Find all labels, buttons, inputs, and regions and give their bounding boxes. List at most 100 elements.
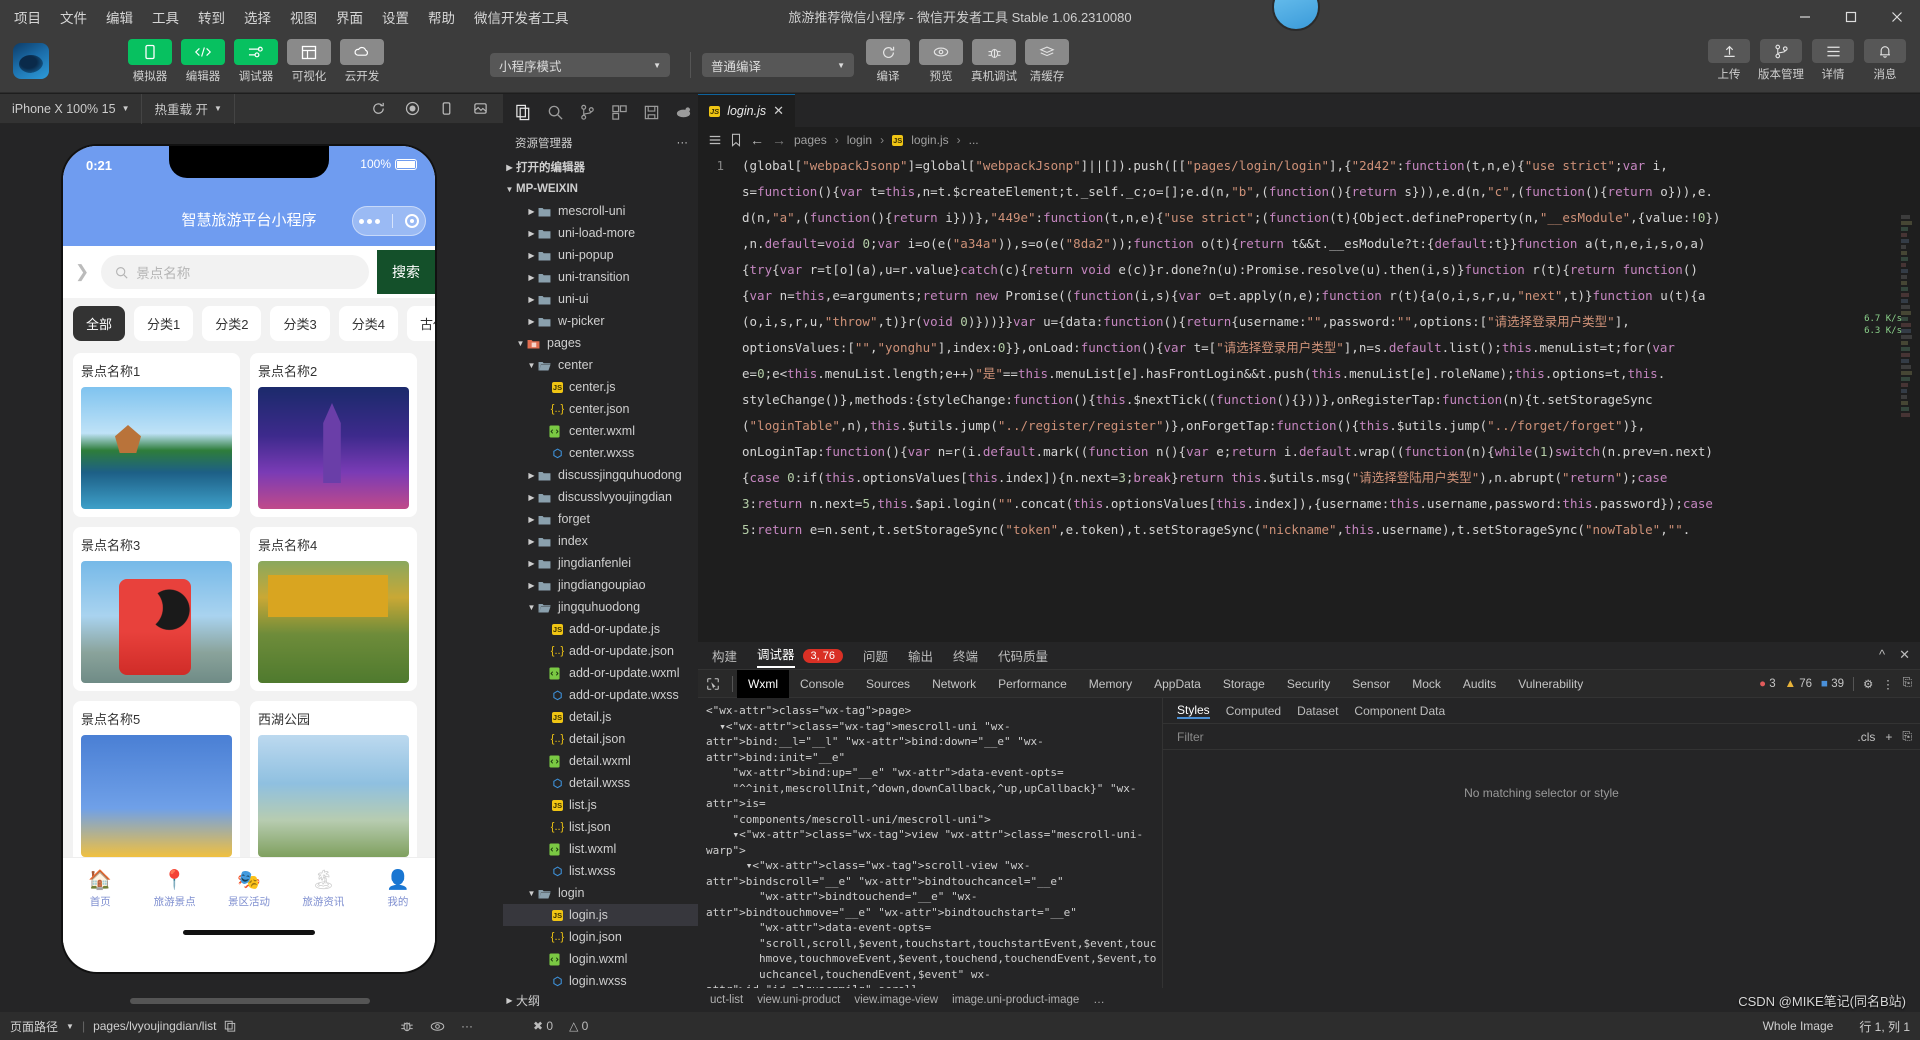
wxml-line[interactable]: "wx-attr">bindtouchend="__e" "wx-attr">b… — [706, 889, 1154, 920]
styles-tab-Styles[interactable]: Styles — [1177, 703, 1210, 719]
category-tab-4[interactable]: 分类4 — [339, 306, 398, 341]
menu-item-1[interactable]: 文件 — [58, 4, 89, 30]
debugger-tab-终端[interactable]: 终端 — [953, 646, 978, 665]
info-count[interactable]: ■ 39 — [1821, 678, 1844, 690]
tree-item-center.wxml[interactable]: center.wxml — [503, 420, 698, 442]
wxml-line[interactable]: "wx-attr">bind:up="__e" "wx-attr">data-e… — [706, 765, 1154, 781]
debugger-tab-输出[interactable]: 输出 — [908, 646, 933, 665]
toolbar-button-预览[interactable]: 预览 — [919, 39, 963, 84]
maximize-button[interactable] — [1828, 0, 1874, 33]
tabbar-item-person-icon[interactable]: 👤 我的 — [361, 870, 435, 909]
cursor-position[interactable]: 行 1, 列 1 — [1859, 1018, 1910, 1035]
devtools-tab-Mock[interactable]: Mock — [1401, 670, 1452, 698]
back-icon[interactable]: ← — [750, 132, 764, 148]
whole-image-label[interactable]: Whole Image — [1763, 1019, 1834, 1033]
dom-path-item[interactable]: … — [1093, 994, 1105, 1006]
warning-status[interactable]: △ 0 — [569, 1019, 588, 1033]
forward-icon[interactable]: → — [772, 132, 786, 148]
tree-item-add-or-update.wxml[interactable]: add-or-update.wxml — [503, 662, 698, 684]
menu-item-6[interactable]: 视图 — [288, 4, 319, 30]
toolbar-button-详情[interactable]: 详情 — [1812, 39, 1854, 82]
rotate-icon[interactable] — [431, 94, 461, 124]
category-tab-2[interactable]: 分类2 — [202, 306, 261, 341]
files-icon[interactable] — [509, 97, 537, 127]
tree-item-list.json[interactable]: {..} list.json — [503, 816, 698, 838]
breadcrumb-pages[interactable]: pages — [794, 133, 827, 147]
error-status[interactable]: ✖ 0 — [533, 1019, 553, 1033]
category-tab-5[interactable]: 古代 — [407, 306, 435, 341]
copy-icon[interactable] — [224, 1020, 236, 1032]
styles-tab-Dataset[interactable]: Dataset — [1297, 704, 1338, 718]
tabbar-item-home-icon[interactable]: 🏠 首页 — [63, 870, 137, 909]
add-style-icon[interactable]: + — [1885, 730, 1892, 744]
tree-item-list.wxml[interactable]: list.wxml — [503, 838, 698, 860]
tree-item-forget[interactable]: ▶ forget — [503, 508, 698, 530]
tree-item-discussjingquhuodong[interactable]: ▶ discussjingquhuodong — [503, 464, 698, 486]
bookmark-icon[interactable] — [730, 133, 742, 147]
new-rule-icon[interactable]: ⎘ — [1902, 729, 1912, 744]
wxml-line[interactable]: "scroll,scroll,$event,touchstart,touchst… — [706, 936, 1154, 952]
styles-tab-Component Data[interactable]: Component Data — [1354, 704, 1445, 718]
record-icon[interactable] — [397, 94, 427, 124]
toolbar-button-调试器[interactable]: 调试器 — [234, 39, 278, 84]
tree-item-login.json[interactable]: {..} login.json — [503, 926, 698, 948]
devtools-tab-Console[interactable]: Console — [789, 670, 855, 698]
wxml-line[interactable]: hmove,touchmoveEvent,$event,touchend,tou… — [706, 951, 1154, 967]
wxml-line[interactable]: ▾<"wx-attr">class="wx-tag">view "wx-attr… — [706, 827, 1154, 858]
bug-icon[interactable] — [400, 1019, 414, 1033]
tree-item-jingdiangoupiao[interactable]: ▶ jingdiangoupiao — [503, 574, 698, 596]
search-input[interactable]: 景点名称 — [101, 255, 369, 289]
list-view-icon[interactable] — [708, 133, 722, 147]
tabbar-item-location-pin-icon[interactable]: 📍 旅游景点 — [137, 870, 211, 909]
toolbar-button-编译[interactable]: 编译 — [866, 39, 910, 84]
debugger-tab-问题[interactable]: 问题 — [863, 646, 888, 665]
tree-item-add-or-update.json[interactable]: {..} add-or-update.json — [503, 640, 698, 662]
screenshot-icon[interactable] — [465, 94, 495, 124]
collapse-icon[interactable]: ^ — [1879, 647, 1885, 663]
wechat-capsule-button[interactable] — [352, 206, 426, 236]
attraction-card[interactable]: 景点名称5 — [73, 701, 240, 857]
tree-item-uni-ui[interactable]: ▶ uni-ui — [503, 288, 698, 310]
menu-item-2[interactable]: 编辑 — [104, 4, 135, 30]
code-area[interactable]: 1 (global["webpackJsonp"]=global["webpac… — [698, 153, 1920, 642]
eye-icon[interactable] — [430, 1019, 445, 1034]
tree-item-mescroll-uni[interactable]: ▶ mescroll-uni — [503, 200, 698, 222]
close-button[interactable] — [1874, 0, 1920, 33]
category-tab-1[interactable]: 分类1 — [134, 306, 193, 341]
breadcrumb-login[interactable]: login — [847, 133, 872, 147]
toolbar-button-模拟器[interactable]: 模拟器 — [128, 39, 172, 84]
menu-item-9[interactable]: 帮助 — [426, 4, 457, 30]
close-icon[interactable]: ✕ — [773, 103, 784, 119]
attraction-card[interactable]: 西湖公园 — [250, 701, 417, 857]
devtools-tab-Audits[interactable]: Audits — [1452, 670, 1507, 698]
category-tab-0[interactable]: 全部 — [73, 306, 125, 341]
source-code[interactable]: (global["webpackJsonp"]=global["webpackJ… — [742, 153, 1920, 543]
dom-path-item[interactable]: image.uni-product-image — [952, 994, 1079, 1006]
tree-item-center[interactable]: ▼ center — [503, 354, 698, 376]
tree-item-add-or-update.js[interactable]: JS add-or-update.js — [503, 618, 698, 640]
tree-item-login.wxml[interactable]: login.wxml — [503, 948, 698, 970]
search-button[interactable]: 搜索 — [377, 250, 435, 294]
attraction-card[interactable]: 景点名称2 — [250, 353, 417, 517]
attraction-card[interactable]: 景点名称1 — [73, 353, 240, 517]
tree-item-pages[interactable]: ▼ pages — [503, 332, 698, 354]
debugger-tab-代码质量[interactable]: 代码质量 — [998, 646, 1048, 665]
tree-item-center.wxss[interactable]: ⬡ center.wxss — [503, 442, 698, 464]
toolbar-button-版本管理[interactable]: 版本管理 — [1760, 39, 1802, 82]
devtools-tab-Vulnerability[interactable]: Vulnerability — [1507, 670, 1594, 698]
device-select[interactable]: iPhone X 100% 15 ▼ — [0, 94, 142, 124]
extensions-icon[interactable] — [606, 97, 634, 127]
tree-item-list.js[interactable]: JS list.js — [503, 794, 698, 816]
tree-item-index[interactable]: ▶ index — [503, 530, 698, 552]
toolbar-button-可视化[interactable]: 可视化 — [287, 39, 331, 84]
wxml-line[interactable]: <"wx-attr">class="wx-tag">page> — [706, 703, 1154, 719]
dom-path-item[interactable]: view.image-view — [854, 994, 938, 1006]
devtools-tab-Security[interactable]: Security — [1276, 670, 1341, 698]
devtools-tab-Network[interactable]: Network — [921, 670, 987, 698]
menu-item-8[interactable]: 设置 — [380, 4, 411, 30]
menu-item-5[interactable]: 选择 — [242, 4, 273, 30]
devtools-tab-Performance[interactable]: Performance — [987, 670, 1078, 698]
menu-item-0[interactable]: 项目 — [12, 4, 43, 30]
refresh-icon[interactable] — [363, 94, 393, 124]
styles-tab-Computed[interactable]: Computed — [1226, 704, 1281, 718]
